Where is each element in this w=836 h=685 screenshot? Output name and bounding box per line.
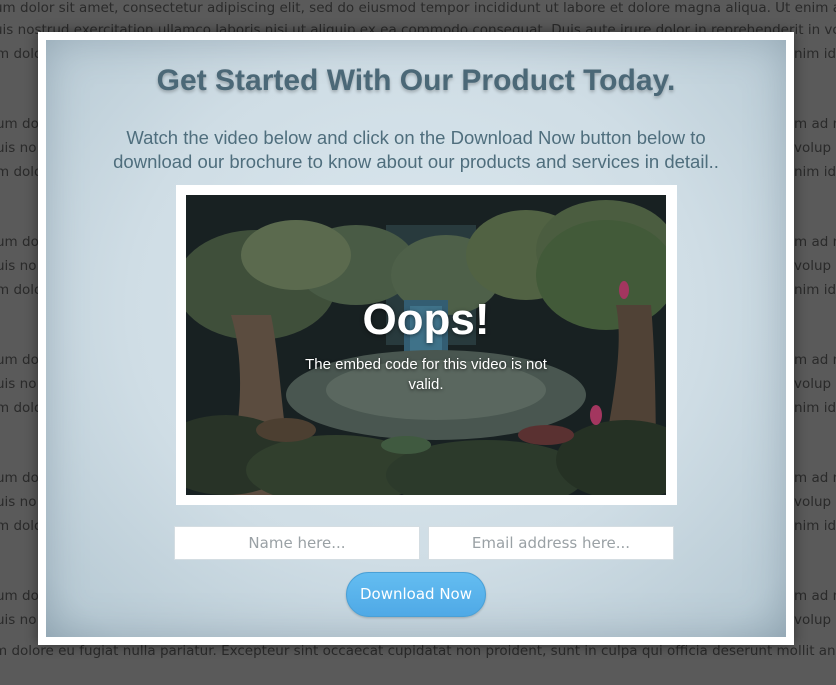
video-frame: Oops! The embed code for this video is n… (176, 185, 677, 505)
background-text-fragment: um do (0, 116, 39, 132)
optin-modal: Get Started With Our Product Today. Watc… (38, 32, 794, 645)
name-input[interactable] (174, 526, 420, 560)
background-text-fragment: uis no (0, 612, 37, 628)
background-text-fragment: m ad m (794, 116, 836, 132)
background-text-fragment: m ad m (794, 234, 836, 250)
background-text-fragment: um do (0, 352, 39, 368)
forest-illustration (186, 195, 666, 495)
background-text-fragment: um do (0, 470, 39, 486)
background-text-fragment: volup (794, 494, 832, 510)
background-text-fragment: nim id (794, 400, 836, 416)
background-text-fragment: uis no (0, 140, 37, 156)
background-text-fragment: m dolo (0, 164, 43, 180)
modal-subtitle: Watch the video below and click on the D… (113, 127, 719, 172)
background-text-fragment: nim id (794, 46, 836, 62)
background-text-fragment: uis no (0, 258, 37, 274)
background-text-fragment: nim id (794, 164, 836, 180)
background-text-fragment: m ad m (794, 588, 836, 604)
background-text-fragment: m ad m (794, 352, 836, 368)
background-text-line: um dolor sit amet, consectetur adipiscin… (0, 0, 836, 16)
background-text-fragment: m dolo (0, 282, 43, 298)
download-now-button[interactable]: Download Now (346, 572, 486, 617)
background-text-fragment: m dolo (0, 46, 43, 62)
background-text-fragment: m dolo (0, 518, 43, 534)
background-text-fragment: m dolo (0, 400, 43, 416)
background-text-fragment: volup (794, 612, 832, 628)
background-text-fragment: uis no (0, 376, 37, 392)
background-text-fragment: um do (0, 234, 39, 250)
modal-title: Get Started With Our Product Today. (156, 64, 676, 97)
background-text-fragment: volup (794, 376, 832, 392)
modal-content: Get Started With Our Product Today. Watc… (46, 40, 786, 637)
background-text-fragment: volup (794, 140, 832, 156)
background-text-fragment: um do (0, 588, 39, 604)
background-text-fragment: nim id (794, 518, 836, 534)
background-text-fragment: uis no (0, 494, 37, 510)
video-error-message: The embed code for this video is not val… (305, 356, 547, 393)
background-text-fragment: nim id (794, 282, 836, 298)
email-input[interactable] (428, 526, 674, 560)
video-player[interactable]: Oops! The embed code for this video is n… (186, 195, 666, 495)
background-text-fragment: volup (794, 258, 832, 274)
video-error-title: Oops! (362, 295, 490, 344)
background-text-fragment: m ad m (794, 470, 836, 486)
